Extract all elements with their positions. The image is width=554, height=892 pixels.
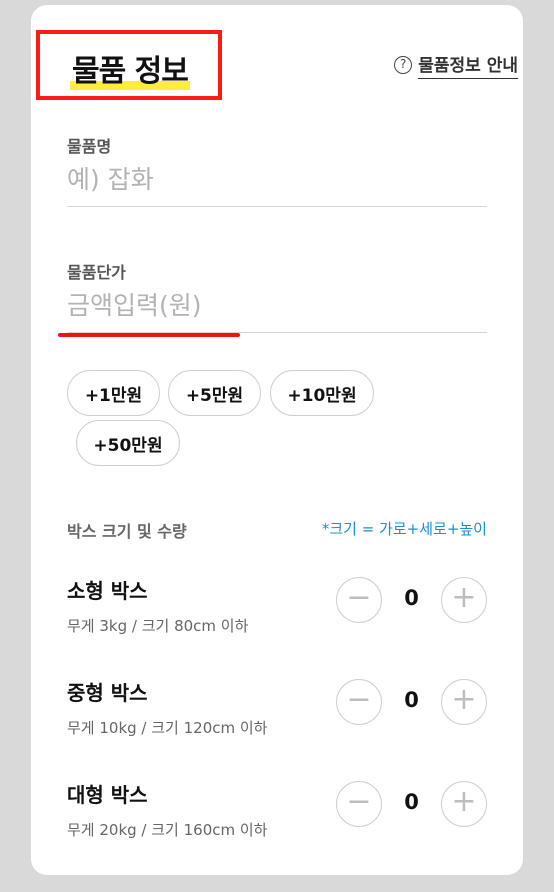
box-size-note: *크기 = 가로+세로+높이 (321, 520, 487, 538)
box-row-large: 대형 박스 무게 20kg / 크기 160cm 이하 − 0 + (67, 779, 487, 849)
item-name-input[interactable] (67, 157, 487, 206)
quantity-stepper: − 0 + (336, 577, 487, 625)
box-row-small: 소형 박스 무게 3kg / 크기 80cm 이하 − 0 + (67, 575, 487, 645)
decrease-button[interactable]: − (336, 679, 382, 725)
add-50000-button[interactable]: +5만원 (168, 370, 261, 416)
box-name: 중형 박스 (67, 681, 148, 705)
title-annotation-box: 물품 정보 (36, 30, 222, 100)
decrease-button[interactable]: − (336, 577, 382, 623)
add-100000-button[interactable]: +10만원 (270, 370, 374, 416)
box-section-label: 박스 크기 및 수량 (67, 522, 187, 541)
red-annotation-underline (58, 333, 240, 337)
box-name: 소형 박스 (67, 579, 148, 603)
box-desc: 무게 20kg / 크기 160cm 이하 (67, 821, 268, 839)
quantity-value: 0 (404, 790, 419, 814)
quantity-stepper: − 0 + (336, 781, 487, 829)
item-name-field: 물품명 (67, 133, 487, 207)
item-name-label: 물품명 (67, 137, 112, 156)
add-10000-button[interactable]: +1만원 (67, 370, 160, 416)
item-name-underline (67, 206, 487, 207)
question-circle-icon: ? (394, 56, 413, 74)
increase-button[interactable]: + (441, 577, 487, 623)
decrease-button[interactable]: − (336, 781, 382, 827)
unit-price-field: 물품단가 (67, 259, 487, 333)
quantity-stepper: − 0 + (336, 679, 487, 727)
box-desc: 무게 3kg / 크기 80cm 이하 (67, 617, 249, 635)
increase-button[interactable]: + (441, 781, 487, 827)
add-500000-button[interactable]: +50만원 (76, 420, 180, 466)
increase-button[interactable]: + (441, 679, 487, 725)
unit-price-label: 물품단가 (67, 263, 126, 282)
header: 물품 정보 ? 물품정보 안내 (36, 30, 518, 100)
box-row-medium: 중형 박스 무게 10kg / 크기 120cm 이하 − 0 + (67, 677, 487, 747)
guide-link-label: 물품정보 안내 (418, 51, 518, 79)
box-section-header: 박스 크기 및 수량 *크기 = 가로+세로+높이 (67, 516, 487, 541)
page-title: 물품 정보 (70, 46, 190, 90)
unit-price-input[interactable] (67, 283, 487, 332)
quantity-value: 0 (404, 688, 419, 712)
box-desc: 무게 10kg / 크기 120cm 이하 (67, 719, 268, 737)
item-info-guide-link[interactable]: ? 물품정보 안내 (394, 51, 518, 79)
box-name: 대형 박스 (67, 783, 148, 807)
quantity-value: 0 (404, 586, 419, 610)
